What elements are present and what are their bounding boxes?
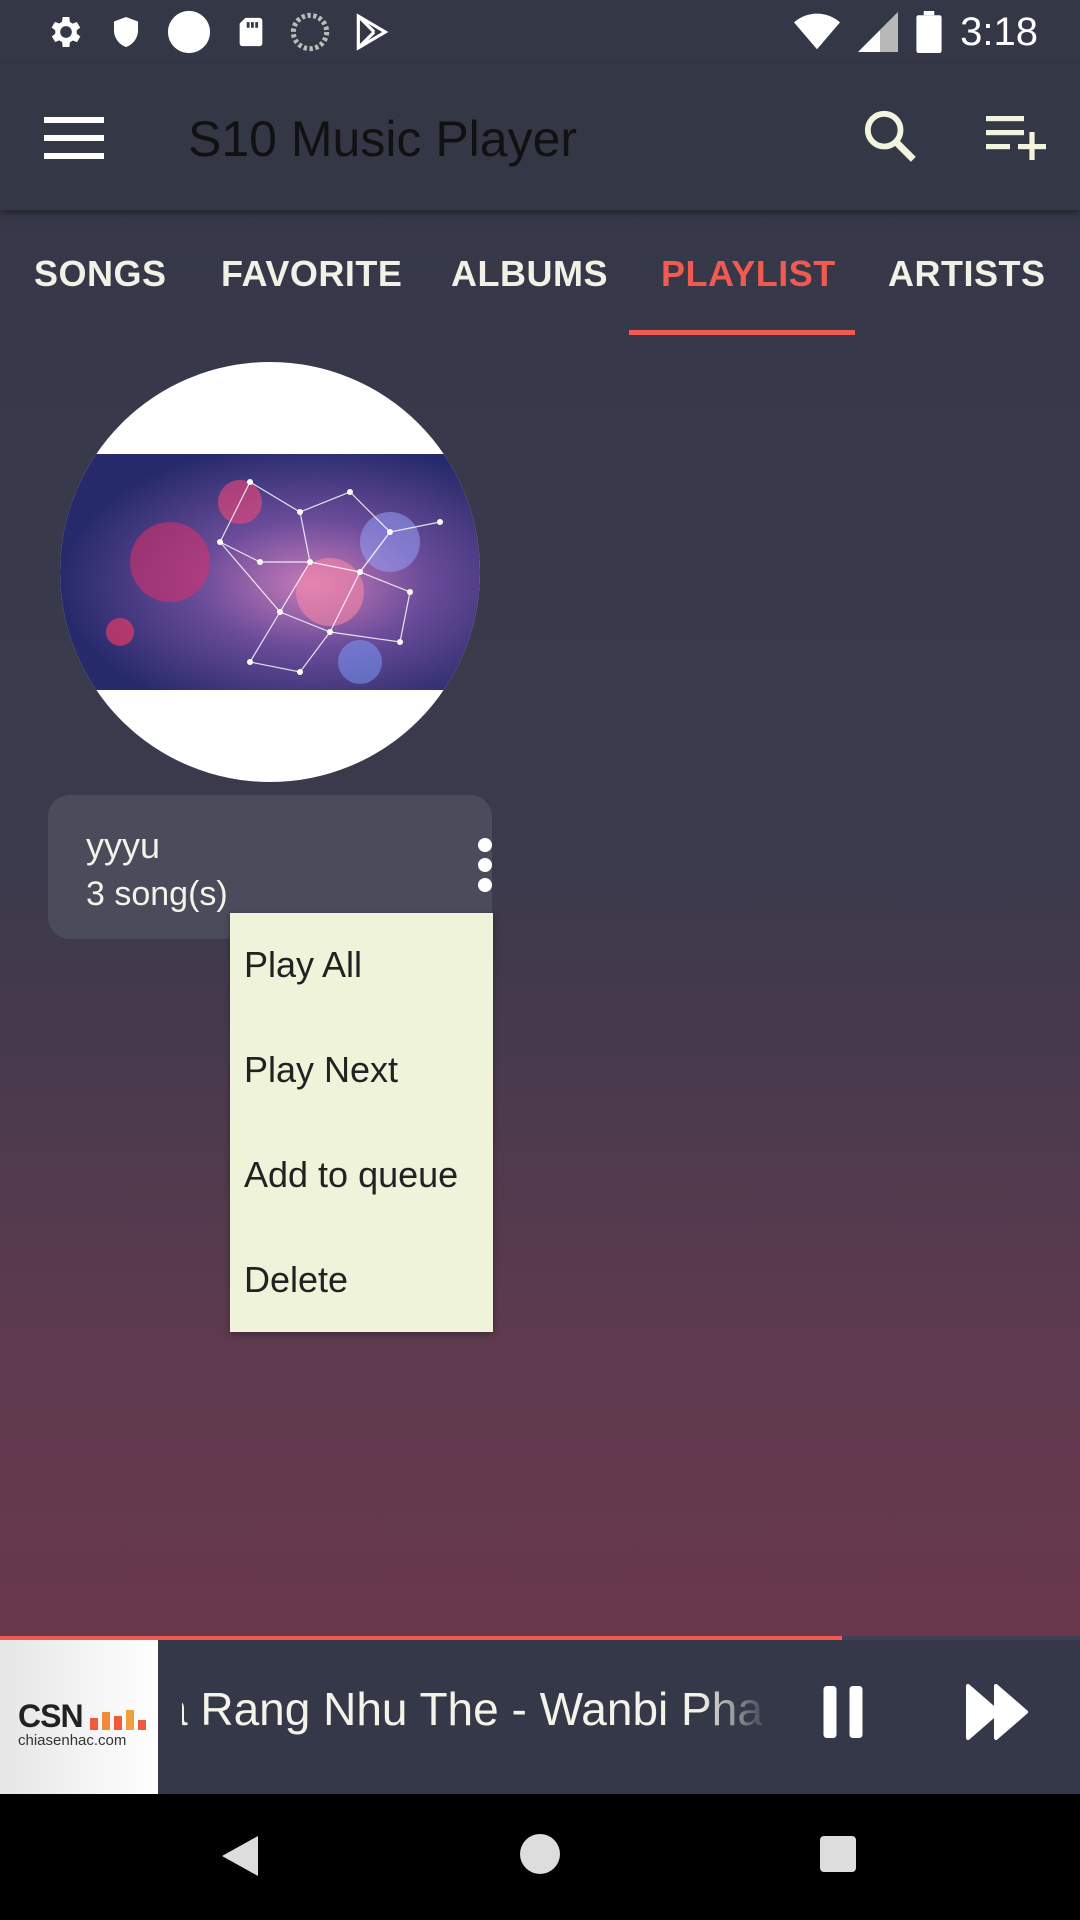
fast-forward-icon[interactable] — [966, 1682, 1030, 1742]
app-title: S10 Music Player — [188, 111, 578, 167]
tab-favorite[interactable]: FAVORITE — [221, 253, 402, 295]
search-icon[interactable] — [862, 108, 918, 164]
status-icons-left — [0, 9, 390, 55]
now-playing-title[interactable]: a Rang Nhu The - Wanbi Phan — [182, 1682, 762, 1742]
now-playing-title-text: a Rang Nhu The - Wanbi Phan — [182, 1683, 762, 1735]
shield-icon — [114, 17, 138, 47]
menu-item-add-to-queue[interactable]: Add to queue — [244, 1125, 484, 1225]
tab-bar: SONGS FAVORITE ALBUMS PLAYLIST ARTISTS — [0, 215, 1080, 335]
now-playing-thumbnail[interactable]: CSN chiasenhac.com — [0, 1640, 158, 1794]
back-icon[interactable] — [222, 1836, 258, 1876]
progress-track — [0, 1636, 1080, 1640]
equalizer-icon — [90, 1709, 147, 1730]
playlist-song-count: 3 song(s) — [86, 875, 228, 913]
menu-item-play-next[interactable]: Play Next — [244, 1020, 484, 1120]
more-options-icon[interactable] — [468, 835, 502, 895]
menu-icon[interactable] — [44, 112, 104, 162]
home-icon[interactable] — [520, 1834, 560, 1874]
pause-icon[interactable] — [820, 1686, 866, 1738]
tab-playlist[interactable]: PLAYLIST — [661, 253, 836, 295]
sd-card-icon — [239, 17, 263, 47]
tab-indicator — [629, 330, 855, 335]
system-nav-bar — [0, 1794, 1080, 1920]
app-toolbar: S10 Music Player — [0, 64, 1080, 210]
thumbnail-logo-text: CSN — [18, 1698, 84, 1734]
context-menu: Play All Play Next Add to queue Delete — [230, 913, 493, 1332]
status-bar: 3:18 — [0, 0, 1080, 64]
playlist-add-icon[interactable] — [986, 112, 1046, 164]
status-icons-right: 3:18 — [794, 0, 1038, 64]
battery-icon — [916, 11, 942, 53]
tab-albums[interactable]: ALBUMS — [451, 253, 608, 295]
thumbnail-logo: CSN — [18, 1698, 148, 1735]
status-time: 3:18 — [960, 9, 1038, 54]
recents-icon[interactable] — [820, 1836, 856, 1872]
thumbnail-caption: chiasenhac.com — [18, 1732, 127, 1749]
settings-icon — [51, 17, 81, 47]
sync-icon — [290, 12, 330, 52]
tab-artists[interactable]: ARTISTS — [888, 253, 1046, 295]
menu-item-delete[interactable]: Delete — [244, 1230, 484, 1330]
title-fade — [700, 1676, 770, 1746]
playlist-name: yyyu — [86, 825, 161, 866]
tab-songs[interactable]: SONGS — [34, 253, 167, 295]
circle-icon — [167, 10, 211, 54]
playlist-artwork[interactable] — [60, 362, 480, 782]
wifi-icon — [794, 13, 841, 50]
signal-icon — [858, 12, 899, 52]
menu-item-play-all[interactable]: Play All — [244, 915, 484, 1015]
mini-player[interactable]: CSN chiasenhac.com a Rang Nhu The - Wanb… — [0, 1636, 1080, 1794]
play-store-icon — [356, 13, 389, 51]
